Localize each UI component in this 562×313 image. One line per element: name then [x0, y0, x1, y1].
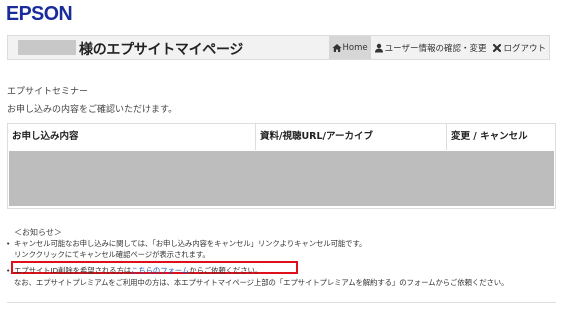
bullet: • [6, 266, 11, 275]
notice-id-deletion-prefix: エプサイトID削除を希望される方は [14, 266, 132, 275]
notice-id-deletion-suffix: からご依頼ください。 [189, 266, 263, 275]
bullet: • [6, 239, 11, 248]
header-nav: Home ユーザー情報の確認・変更 ログアウト [328, 36, 549, 59]
nav-logout-label: ログアウト [503, 43, 546, 54]
nav-home-label: Home [342, 42, 368, 53]
notice-cancel-text: キャンセル可能なお申し込みに関しては、「お申し込み内容をキャンセル」リンクよりキ… [14, 239, 367, 248]
nav-user-info[interactable]: ユーザー情報の確認・変更 [371, 36, 490, 59]
divider [7, 302, 556, 303]
page-title: 様のエプサイトマイページ [79, 42, 244, 58]
nav-user-info-label: ユーザー情報の確認・変更 [384, 43, 487, 54]
notice-premium-note: なお、エプサイトプレミアムをご利用中の方は、本エプサイトマイページ上部の「エプサ… [14, 278, 509, 287]
header-bar: 様のエプサイトマイページ Home ユーザー情報の確認・変更 ログアウト [7, 35, 550, 60]
notice-item-cancel: • キャンセル可能なお申し込みに関しては、「お申し込み内容をキャンセル」リンクより… [6, 238, 366, 249]
user-icon [374, 43, 383, 52]
epson-logo[interactable]: EPSON [6, 3, 73, 26]
nav-logout[interactable]: ログアウト [489, 36, 549, 59]
intro-text: お申し込みの内容をご確認いただけます。 [7, 105, 178, 115]
home-icon [332, 43, 342, 52]
applications-table: お申し込み内容 資料/視聴URL/アーカイブ 変更 / キャンセル [7, 123, 556, 209]
notice-item-id-deletion: • エプサイトID削除を希望される方はこちらのフォームからご依頼ください。 [6, 265, 262, 276]
column-header-application: お申し込み内容 [12, 131, 79, 142]
deletion-form-link[interactable]: こちらのフォーム [131, 266, 189, 275]
column-header-change-cancel: 変更 / キャンセル [446, 124, 555, 150]
notice-heading: ＜お知らせ＞ [14, 228, 62, 237]
column-header-materials: 資料/視聴URL/アーカイブ [255, 124, 446, 150]
section-subtitle: エプサイトセミナー [7, 87, 89, 97]
nav-home[interactable]: Home [328, 36, 371, 59]
redacted-user-name [18, 40, 76, 55]
redacted-table-body [9, 151, 554, 206]
notice-cancel-note: リンククリックにてキャンセル確認ページが表示されます。 [14, 250, 210, 259]
close-icon [493, 43, 502, 52]
